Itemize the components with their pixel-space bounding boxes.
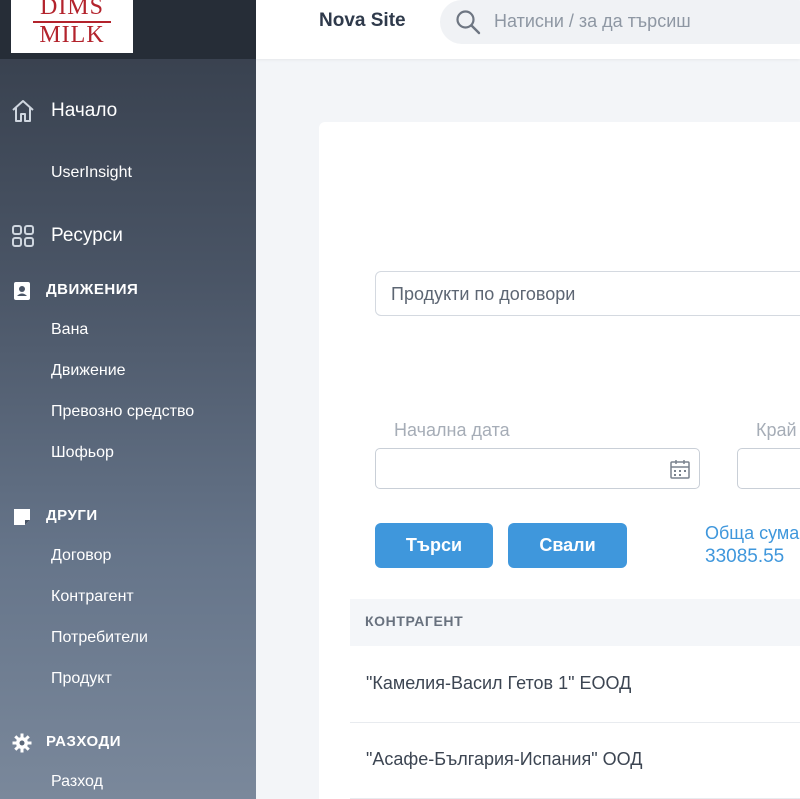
site-name[interactable]: Nova Site <box>319 10 406 32</box>
search-button[interactable]: Търси <box>375 523 493 568</box>
sticky-note-icon <box>14 509 30 525</box>
table-cell: "Камелия-Васил Гетов 1" ЕООД <box>366 673 632 693</box>
section-title: РАЗХОДИ <box>46 733 121 750</box>
total-value: 33085.55 <box>705 546 785 567</box>
download-button[interactable]: Свали <box>508 523 627 568</box>
logo-text-bottom: MILK <box>39 22 105 48</box>
sidebar-item-users[interactable]: Потребители <box>51 629 148 647</box>
sidebar-item-home[interactable]: Начало <box>0 91 256 131</box>
table-row[interactable]: "Асафе-България-Испания" ООД <box>350 723 800 799</box>
grid-icon <box>12 225 34 247</box>
sidebar-item-expense[interactable]: Разход <box>51 773 103 791</box>
search-input[interactable]: Натисни / за да търсиш <box>440 0 800 44</box>
start-date-label: Начална дата <box>394 420 510 440</box>
contact-book-icon <box>14 282 30 300</box>
sidebar-item-driver[interactable]: Шофьор <box>51 444 114 462</box>
search-icon <box>456 10 481 35</box>
sidebar: DIMS MILK Начало UserInsight Ресурси ДВИ… <box>0 0 256 799</box>
report-select[interactable]: Продукти по договори <box>375 271 800 316</box>
sidebar-item-label: Начало <box>51 100 118 121</box>
section-title: ДВИЖЕНИЯ <box>46 281 139 298</box>
sidebar-item-contract[interactable]: Договор <box>51 547 111 565</box>
start-date-input[interactable] <box>375 448 700 489</box>
sidebar-section-expenses: РАЗХОДИ <box>0 728 256 758</box>
brand-logo[interactable]: DIMS MILK <box>11 0 133 53</box>
sidebar-item-label: Ресурси <box>51 225 123 246</box>
sidebar-item-movement[interactable]: Движение <box>51 362 126 380</box>
column-header-counterparty[interactable]: КОНТРАГЕНТ <box>365 613 463 629</box>
table-header: КОНТРАГЕНТ <box>350 599 800 646</box>
home-icon <box>12 100 34 122</box>
end-date-label: Край <box>756 420 797 440</box>
sidebar-item-vehicle[interactable]: Превозно средство <box>51 403 194 421</box>
sidebar-item-product[interactable]: Продукт <box>51 670 112 688</box>
table-row[interactable]: "Камелия-Васил Гетов 1" ЕООД <box>350 647 800 723</box>
sidebar-section-others: ДРУГИ <box>0 502 256 532</box>
gear-icon <box>12 733 32 753</box>
report-select-value: Продукти по договори <box>391 284 576 304</box>
sidebar-section-movements: ДВИЖЕНИЯ <box>0 276 256 306</box>
end-date-input[interactable] <box>737 448 800 489</box>
section-title: ДРУГИ <box>46 507 98 524</box>
search-placeholder: Натисни / за да търсиш <box>494 11 691 31</box>
calendar-icon[interactable] <box>669 458 691 480</box>
top-header: Nova Site Натисни / за да търсиш <box>256 0 800 59</box>
sidebar-item-vana[interactable]: Вана <box>51 321 88 339</box>
sidebar-item-userinsight[interactable]: UserInsight <box>51 164 132 182</box>
logo-bar: DIMS MILK <box>0 0 256 59</box>
table-cell: "Асафе-България-Испания" ООД <box>366 749 643 769</box>
sidebar-item-counterparty[interactable]: Контрагент <box>51 588 134 606</box>
sidebar-item-resources[interactable]: Ресурси <box>0 216 256 256</box>
total-label: Обща сума <box>705 523 800 543</box>
logo-text-top: DIMS <box>39 0 104 20</box>
